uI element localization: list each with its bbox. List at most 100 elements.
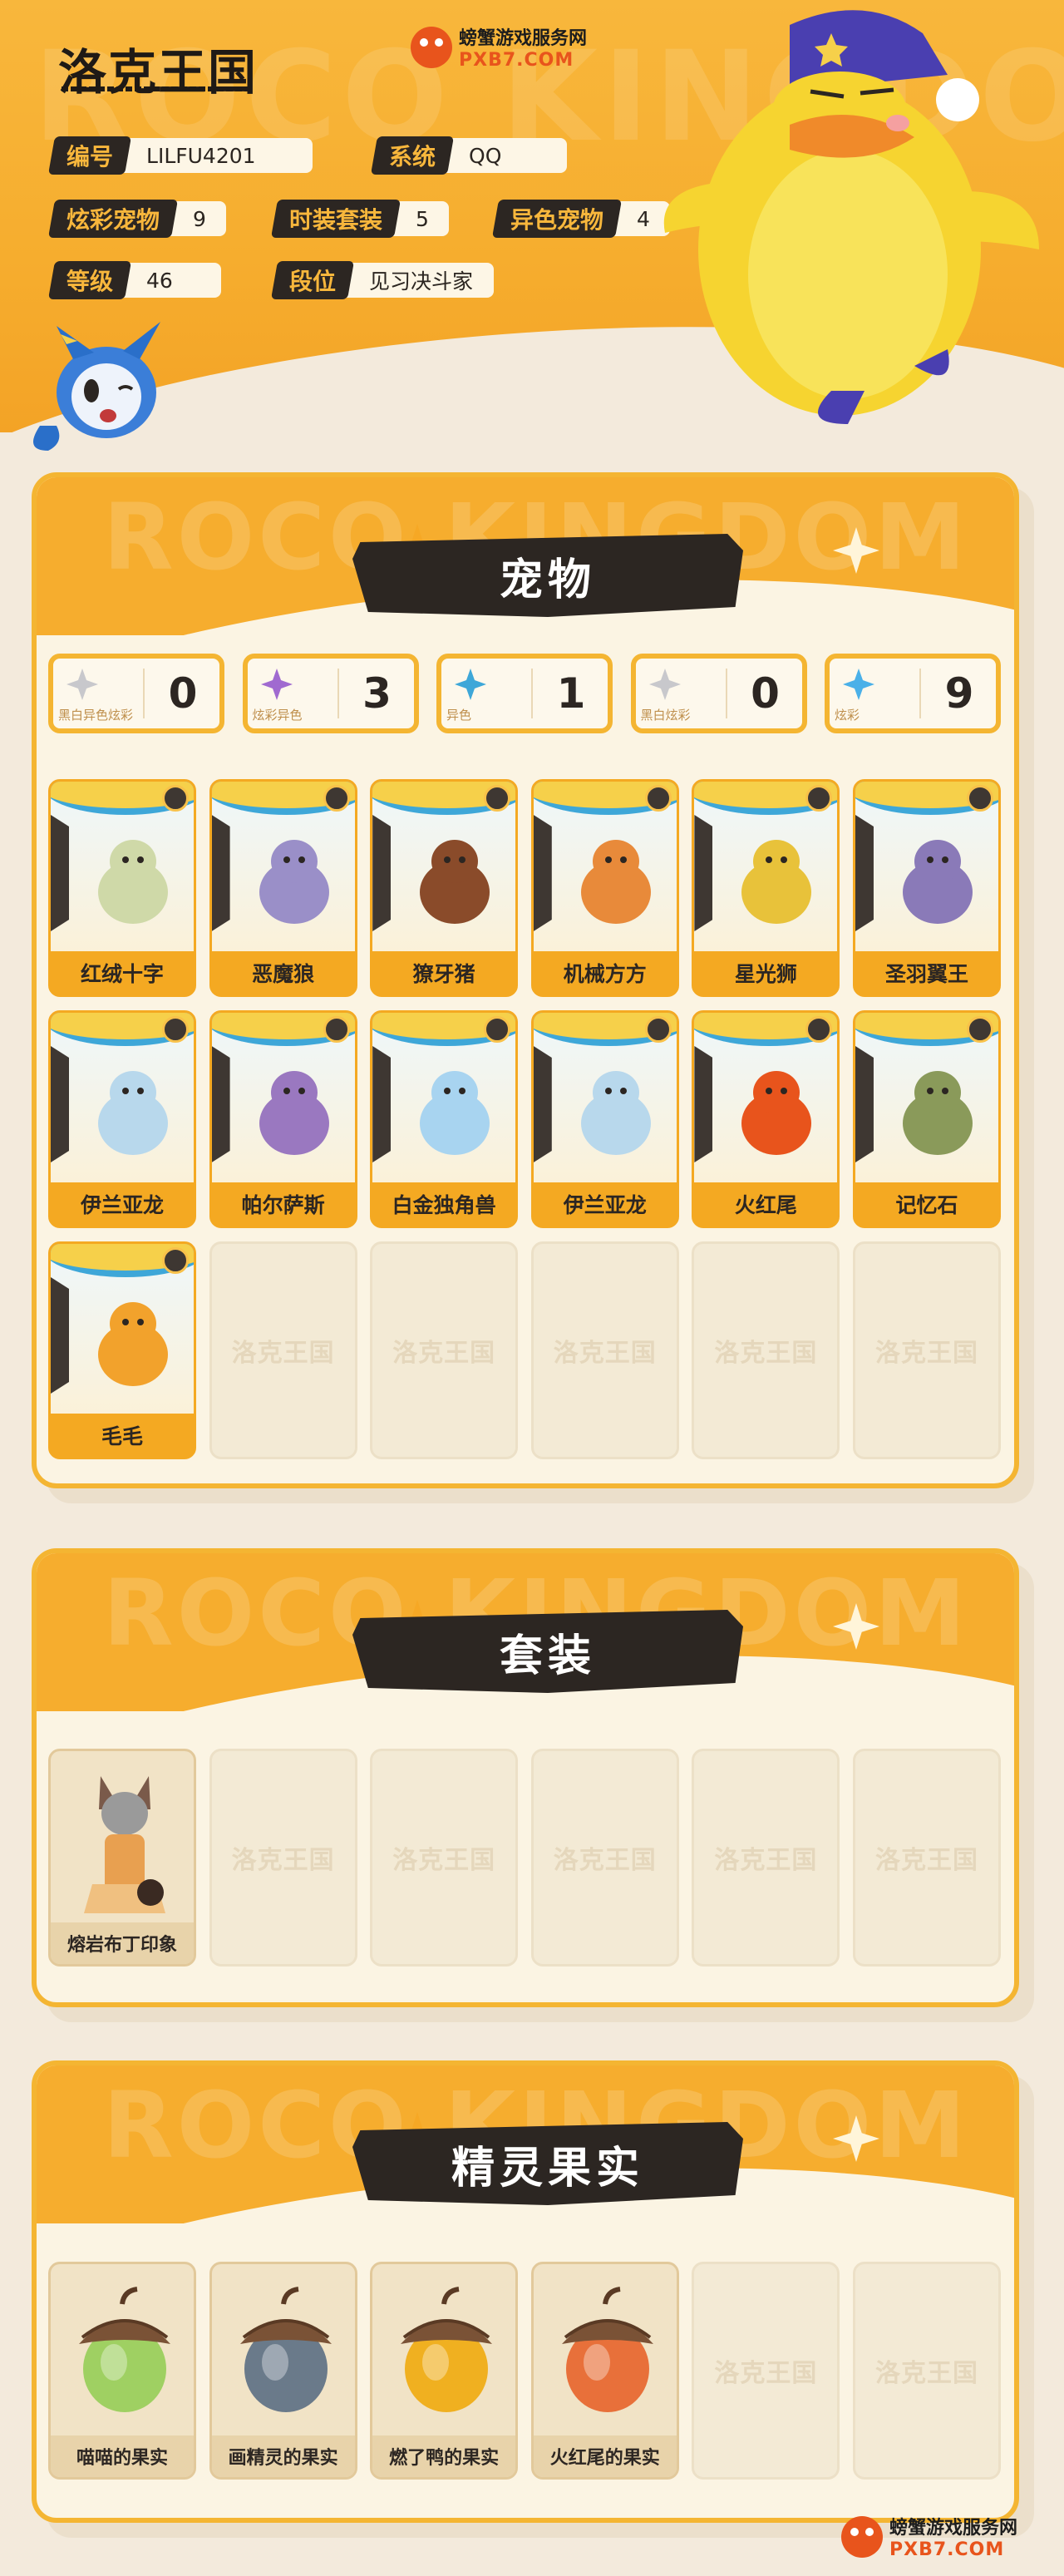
pet-card[interactable]: 红绒十字 [48, 779, 196, 997]
id-value: LILFU4201 [121, 138, 313, 173]
stat-value: 3 [362, 669, 392, 718]
pet-name: 恶魔狼 [211, 951, 355, 994]
level-label: 等级 [66, 268, 114, 295]
flash-variant-icon [259, 667, 294, 702]
pet-card[interactable]: 伊兰亚龙 [530, 1010, 679, 1228]
pet-card[interactable]: 记忆石 [852, 1010, 1001, 1228]
bw-variant-flash-icon [65, 667, 100, 702]
pet-name: 圣羽翼王 [855, 951, 998, 994]
pet-name: 獠牙猪 [372, 951, 516, 994]
stat-label: 黑白炫彩 [640, 708, 691, 723]
pet-badge-icon [644, 1016, 672, 1043]
flash-pets-field: 炫彩宠物 9 [47, 200, 227, 238]
pet-badge-icon [484, 1016, 511, 1043]
pet-stats-row: 黑白异色炫彩 0 炫彩异色 3 异色 1 黑白炫彩 0 炫彩 9 [48, 654, 1001, 733]
empty-suit-slot: 洛克王国 [370, 1749, 519, 1967]
pet-card[interactable]: 帕尔萨斯 [209, 1010, 357, 1228]
pet-card[interactable]: 白金独角兽 [370, 1010, 519, 1228]
id-label: 编号 [66, 143, 114, 170]
fashion-label: 时装套装 [289, 206, 383, 234]
empty-suit-slot: 洛克王国 [530, 1749, 679, 1967]
acorn-fruit-icon [71, 2286, 179, 2419]
pet-image [87, 1061, 179, 1161]
site-logo-top[interactable]: 螃蟹游戏服务网 PXB7.COM [411, 23, 587, 71]
pet-card[interactable]: 恶魔狼 [209, 779, 357, 997]
crab-icon [411, 26, 452, 68]
pet-name: 火红尾 [694, 1182, 838, 1226]
pet-card[interactable]: 獠牙猪 [370, 779, 519, 997]
empty-pet-slot: 洛克王国 [209, 1241, 357, 1459]
fruits-panel: ROCO KINGDOM 精灵果实 喵喵的果实 画精灵的果实 燃了鸭的果实 火红尾的果… [32, 2060, 1019, 2523]
flash-pets-label: 炫彩宠物 [66, 206, 160, 234]
pet-card[interactable]: 火红尾 [692, 1010, 840, 1228]
rank-value: 见习决斗家 [344, 263, 495, 298]
pet-image [892, 830, 983, 930]
fruit-card[interactable]: 燃了鸭的果实 [370, 2262, 519, 2480]
site-logo-footer[interactable]: 螃蟹游戏服务网 PXB7.COM [841, 2513, 1017, 2560]
stat-label: 炫彩异色 [252, 708, 303, 723]
fruits-title: 精灵果实 [352, 2122, 743, 2205]
roco-logo: 洛克王国 [58, 44, 259, 101]
acorn-fruit-icon [554, 2286, 662, 2419]
pet-card[interactable]: 毛毛 [48, 1241, 196, 1459]
rank-field: 段位 见习决斗家 [270, 261, 495, 299]
stat-label: 异色 [446, 708, 472, 723]
pet-image [892, 1061, 983, 1161]
system-value: QQ [444, 138, 568, 173]
pet-card[interactable]: 机械方方 [530, 779, 679, 997]
empty-pet-slot: 洛克王国 [370, 1241, 519, 1459]
pet-name: 伊兰亚龙 [51, 1182, 194, 1226]
pet-name: 红绒十字 [51, 951, 194, 994]
pet-card[interactable]: 伊兰亚龙 [48, 1010, 196, 1228]
fruit-card[interactable]: 火红尾的果实 [530, 2262, 679, 2480]
pet-image [409, 1061, 500, 1161]
yellow-duck-image [663, 10, 1039, 424]
empty-fruit-slot: 洛克王国 [852, 2262, 1001, 2480]
rank-label: 段位 [289, 268, 337, 295]
pet-badge-icon [644, 785, 672, 812]
empty-pet-slot: 洛克王国 [530, 1241, 679, 1459]
stat-card: 异色 1 [436, 654, 613, 733]
empty-suit-slot: 洛克王国 [852, 1749, 1001, 1967]
pet-name: 毛毛 [51, 1414, 194, 1457]
fashion-field: 时装套装 5 [270, 200, 450, 238]
fruit-card[interactable]: 喵喵的果实 [48, 2262, 196, 2480]
site-name-en: PXB7.COM [459, 50, 574, 71]
fruit-grid: 喵喵的果实 画精灵的果实 燃了鸭的果实 火红尾的果实 洛克王国 洛克王国 [48, 2262, 1001, 2480]
variant-pets-field: 异色宠物 4 [491, 200, 671, 238]
pet-image [731, 830, 822, 930]
fruit-card[interactable]: 画精灵的果实 [209, 2262, 357, 2480]
stat-card: 黑白炫彩 0 [630, 654, 807, 733]
empty-suit-slot: 洛克王国 [692, 1749, 840, 1967]
pet-image [249, 830, 340, 930]
pet-name: 机械方方 [533, 951, 677, 994]
pet-image [570, 830, 662, 930]
pet-card[interactable]: 星光狮 [692, 779, 840, 997]
footer-site-name-cn: 螃蟹游戏服务网 [889, 2518, 1018, 2539]
empty-pet-slot: 洛克王国 [692, 1241, 840, 1459]
suits-panel: ROCO KINGDOM 套装 熔岩布丁印象 洛克王国 洛克王国 洛克王国 洛克王国 洛克… [32, 1548, 1019, 2007]
pet-badge-icon [966, 1016, 993, 1043]
pets-title: 宠物 [352, 534, 743, 617]
system-field: 系统 QQ [370, 136, 568, 175]
pets-panel: ROCO KINGDOM 宠物 黑白异色炫彩 0 炫彩异色 3 异色 1 黑白炫彩 0 炫彩 9 … [32, 472, 1019, 1488]
site-name-cn: 螃蟹游戏服务网 [459, 28, 588, 49]
logo-underline [62, 86, 253, 91]
flash-icon [841, 667, 876, 702]
bw-flash-icon [648, 667, 682, 702]
variant-pets-label: 异色宠物 [510, 206, 604, 234]
pet-badge-icon [162, 785, 189, 812]
pet-name: 伊兰亚龙 [533, 1182, 677, 1226]
suit-grid: 熔岩布丁印象 洛克王国 洛克王国 洛克王国 洛克王国 洛克王国 [48, 1749, 1001, 1967]
pet-name: 星光狮 [694, 951, 838, 994]
crab-icon [841, 2515, 883, 2558]
empty-suit-slot: 洛克王国 [209, 1749, 357, 1967]
suit-card[interactable]: 熔岩布丁印象 [48, 1749, 196, 1967]
pet-badge-icon [323, 785, 350, 812]
pet-name: 帕尔萨斯 [211, 1182, 355, 1226]
pet-grid: 红绒十字 恶魔狼 獠牙猪 机械方方 星光狮 圣羽翼王 伊兰亚龙 帕尔萨斯 白金独角兽 伊兰亚龙 火红… [48, 779, 1001, 1459]
fruit-name: 燃了鸭的果实 [372, 2435, 516, 2477]
pet-card[interactable]: 圣羽翼王 [852, 779, 1001, 997]
variant-icon [453, 667, 488, 702]
stat-value: 0 [751, 669, 780, 718]
